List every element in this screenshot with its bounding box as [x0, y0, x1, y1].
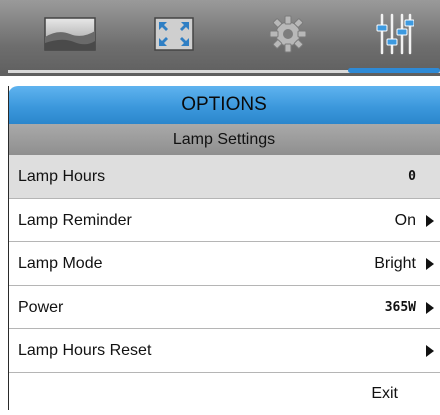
exit-row: Exit: [8, 372, 440, 415]
menu-row-label: Power: [18, 298, 64, 316]
active-tab-indicator: [348, 68, 440, 73]
tab-screen[interactable]: [144, 12, 204, 56]
chevron-right-icon: [426, 301, 434, 314]
sliders-icon: [376, 13, 414, 55]
spacer: [0, 76, 440, 86]
menu-row-label: Lamp Mode: [18, 255, 103, 272]
fullscreen-icon: [154, 17, 194, 51]
tab-options[interactable]: [364, 12, 424, 56]
menu-title: OPTIONS: [8, 86, 440, 124]
lamp-settings-menu: Lamp Hours 0 Lamp Reminder On Lamp Mode …: [8, 155, 440, 415]
menu-row-label: Lamp Hours Reset: [18, 342, 152, 359]
lamp-hours-value: 0: [408, 169, 416, 184]
power-value: 365W: [384, 299, 416, 315]
gear-icon: [269, 15, 307, 53]
lamp-reminder-value: On: [394, 211, 416, 229]
menu-row-lamp-hours[interactable]: Lamp Hours 0: [8, 155, 440, 199]
menu-row-lamp-hours-reset[interactable]: Lamp Hours Reset: [8, 329, 440, 373]
image-icon: [44, 17, 96, 51]
lamp-mode-value: Bright: [374, 255, 416, 272]
category-tab-bar: [0, 0, 440, 76]
osd-menu-window: OPTIONS Lamp Settings Lamp Hours 0 Lamp …: [0, 0, 440, 415]
chevron-right-icon: [426, 214, 434, 227]
chevron-right-icon: [426, 258, 434, 270]
menu-row-lamp-mode[interactable]: Lamp Mode Bright: [8, 242, 440, 286]
panel-border: [8, 86, 9, 410]
menu-row-lamp-reminder[interactable]: Lamp Reminder On: [8, 198, 440, 242]
tab-settings[interactable]: [258, 12, 318, 56]
exit-button[interactable]: Exit: [371, 373, 398, 415]
menu-row-label: Lamp Reminder: [18, 211, 132, 229]
menu-row-label: Lamp Hours: [18, 168, 106, 185]
chevron-right-icon: [426, 345, 434, 357]
tab-picture[interactable]: [40, 12, 100, 56]
section-title: Lamp Settings: [8, 124, 440, 155]
menu-row-power[interactable]: Power 365W: [8, 285, 440, 329]
